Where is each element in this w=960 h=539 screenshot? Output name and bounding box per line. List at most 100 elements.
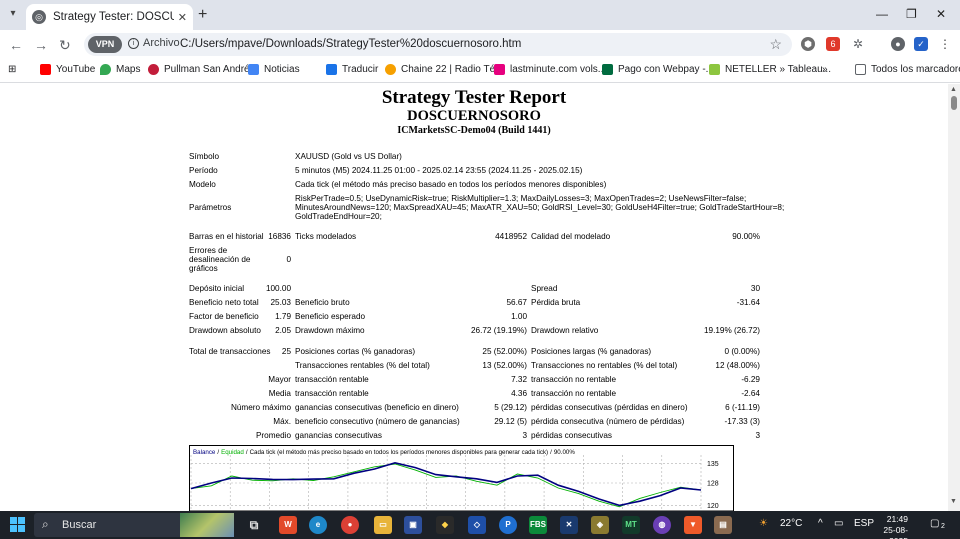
largest-profit-label: transacción rentable: [295, 375, 369, 384]
address-bar[interactable]: VPN i Archivo C:/Users/mpave/Downloads/S…: [84, 33, 792, 56]
largest-loss-value: -6.29: [741, 375, 760, 384]
app-icon-5[interactable]: ▣: [404, 516, 422, 534]
vertical-scrollbar[interactable]: ▲ ▼: [948, 84, 960, 511]
average-label: Media: [268, 389, 291, 398]
site-info-label: Archivo: [143, 37, 180, 49]
extension-badge-icon[interactable]: 6: [826, 37, 840, 51]
globe-icon: ◎: [32, 10, 46, 24]
puzzle-icon[interactable]: ✲: [851, 37, 865, 51]
params-line: GoldTradeEndHour=20;: [295, 212, 382, 221]
weather-icon[interactable]: ☀: [759, 518, 768, 529]
report-page[interactable]: Strategy Tester Report DOSCUERNOSORO ICM…: [0, 84, 948, 511]
kebab-menu-icon[interactable]: ⋮: [938, 37, 952, 51]
bookmark-chaine22[interactable]: Chaine 22 | Radio Té...: [385, 64, 503, 75]
tab-strip: ▾ ◎ Strategy Tester: DOSCUERNOSO ✕ + — ❐…: [0, 0, 960, 30]
avg-label: Promedio: [255, 431, 291, 440]
rel-drawdown-label: Drawdown relativo: [531, 326, 599, 335]
legend-separator: /: [550, 449, 552, 456]
search-icon: ⌕: [42, 517, 49, 531]
back-icon[interactable]: ←: [9, 37, 23, 53]
max-drawdown-label: Drawdown máximo: [295, 326, 365, 335]
bookmark-noticias[interactable]: Noticias: [248, 64, 300, 75]
app-icon-x[interactable]: ✕: [560, 516, 578, 534]
errors-label-line: Errores de: [189, 246, 228, 255]
forward-icon[interactable]: →: [34, 37, 48, 53]
brave-icon[interactable]: ▼: [684, 516, 702, 534]
scroll-up-icon[interactable]: ▲: [950, 86, 957, 93]
new-tab-button[interactable]: +: [198, 6, 207, 24]
maps-pin-icon: [100, 64, 111, 75]
site-info-chip[interactable]: i Archivo: [128, 37, 180, 49]
params-line: RiskPerTrade=0.5; UseDynamicRisk=true; R…: [295, 194, 747, 203]
bookmark-maps[interactable]: Maps: [100, 64, 140, 75]
bookmark-webpay[interactable]: Pago con Webpay -...: [602, 64, 714, 75]
max-consec-label: Número máximo: [230, 403, 291, 412]
bookmark-star-icon[interactable]: ☆: [769, 36, 782, 53]
url-text[interactable]: C:/Users/mpave/Downloads/StrategyTester%…: [180, 38, 521, 50]
taskbar-search[interactable]: ⌕ Buscar: [34, 513, 234, 537]
bookmark-lastminute[interactable]: lastminute.com vols...: [494, 64, 606, 75]
bookmark-neteller[interactable]: NETELLER » Tableau...: [709, 64, 831, 75]
app-icon-p[interactable]: P: [499, 516, 517, 534]
tray-chevron-icon[interactable]: ^: [818, 518, 823, 529]
app-icon-14[interactable]: ▤: [714, 516, 732, 534]
ticks-label: Ticks modelados: [295, 232, 357, 241]
app-icon-10[interactable]: ◈: [591, 516, 609, 534]
deposit-value: 100.00: [265, 284, 291, 293]
ticks-value: 4418952: [495, 232, 527, 241]
errors-value: 0: [286, 255, 291, 264]
profile-icon[interactable]: ●: [891, 37, 905, 51]
file-explorer-icon[interactable]: ▭: [374, 516, 392, 534]
metatrader-icon[interactable]: MT: [622, 516, 640, 534]
bookmark-pullman[interactable]: Pullman San Andrés: [148, 64, 255, 75]
model-value: Cada tick (el método más preciso basado …: [295, 180, 607, 189]
legend-quality: 90.00%: [554, 449, 575, 456]
balance-chart: Balance / Equidad / Cada tick (el método más…: [189, 445, 734, 511]
tab-list-icon[interactable]: ▾: [6, 8, 20, 22]
office-icon[interactable]: W: [279, 516, 297, 534]
app-icon-6[interactable]: ◆: [436, 516, 454, 534]
max-consec-wins-value: 5 (29.12): [494, 403, 527, 412]
reload-icon[interactable]: ↻: [59, 37, 71, 54]
gross-profit-value: 56.67: [506, 298, 528, 307]
weather-temp[interactable]: 22°C: [780, 518, 802, 529]
network-icon[interactable]: ▭: [834, 518, 843, 529]
edge-icon[interactable]: e: [309, 516, 327, 534]
all-bookmarks-folder[interactable]: Todos los marcadores: [855, 64, 960, 75]
avg-consec-wins-label: ganancias consecutivas: [295, 431, 382, 440]
profit-trades-value: 13 (52.00%): [482, 361, 527, 370]
restore-icon[interactable]: ❐: [906, 7, 917, 21]
clock[interactable]: 21:49 25-08-2025: [876, 514, 908, 539]
task-view-icon[interactable]: ⧉: [245, 516, 263, 534]
notifications-icon[interactable]: ▢: [930, 518, 939, 529]
profit-factor-label: Factor de beneficio: [189, 312, 259, 321]
legend-equity: Equidad: [221, 449, 244, 456]
chrome-icon[interactable]: ●: [341, 516, 359, 534]
youtube-icon: [40, 64, 51, 75]
minimize-icon[interactable]: —: [876, 7, 888, 21]
extension-icon[interactable]: ⬢: [801, 37, 815, 51]
fbs-icon[interactable]: FBS: [529, 516, 547, 534]
gross-loss-label: Pérdida bruta: [531, 298, 581, 307]
close-icon[interactable]: ✕: [178, 11, 187, 24]
vpn-badge[interactable]: VPN: [88, 36, 122, 53]
language-indicator[interactable]: ESP: [854, 518, 874, 529]
tab-title: Strategy Tester: DOSCUERNOSO: [53, 11, 174, 23]
report-title: Strategy Tester Report: [381, 87, 567, 108]
scroll-thumb[interactable]: [951, 96, 957, 110]
bookmarks-overflow-icon[interactable]: »: [822, 64, 828, 75]
app-icon-7[interactable]: ◇: [468, 516, 486, 534]
shield-icon[interactable]: ✓: [914, 37, 928, 51]
average-profit-value: 4.36: [511, 389, 527, 398]
active-tab[interactable]: ◎ Strategy Tester: DOSCUERNOSO ✕: [26, 4, 193, 30]
apps-grid-icon[interactable]: ⊞: [8, 64, 16, 75]
expected-payoff-value: 1.00: [511, 312, 527, 321]
app-icon-12[interactable]: ◍: [653, 516, 671, 534]
bookmark-traducir[interactable]: Traducir: [326, 64, 378, 75]
max-label: Máx.: [273, 417, 291, 426]
close-window-icon[interactable]: ✕: [936, 7, 946, 21]
bookmark-youtube[interactable]: YouTube: [40, 64, 95, 75]
lastminute-icon: [494, 64, 505, 75]
scroll-down-icon[interactable]: ▼: [950, 498, 957, 505]
windows-start-icon[interactable]: [10, 517, 26, 533]
